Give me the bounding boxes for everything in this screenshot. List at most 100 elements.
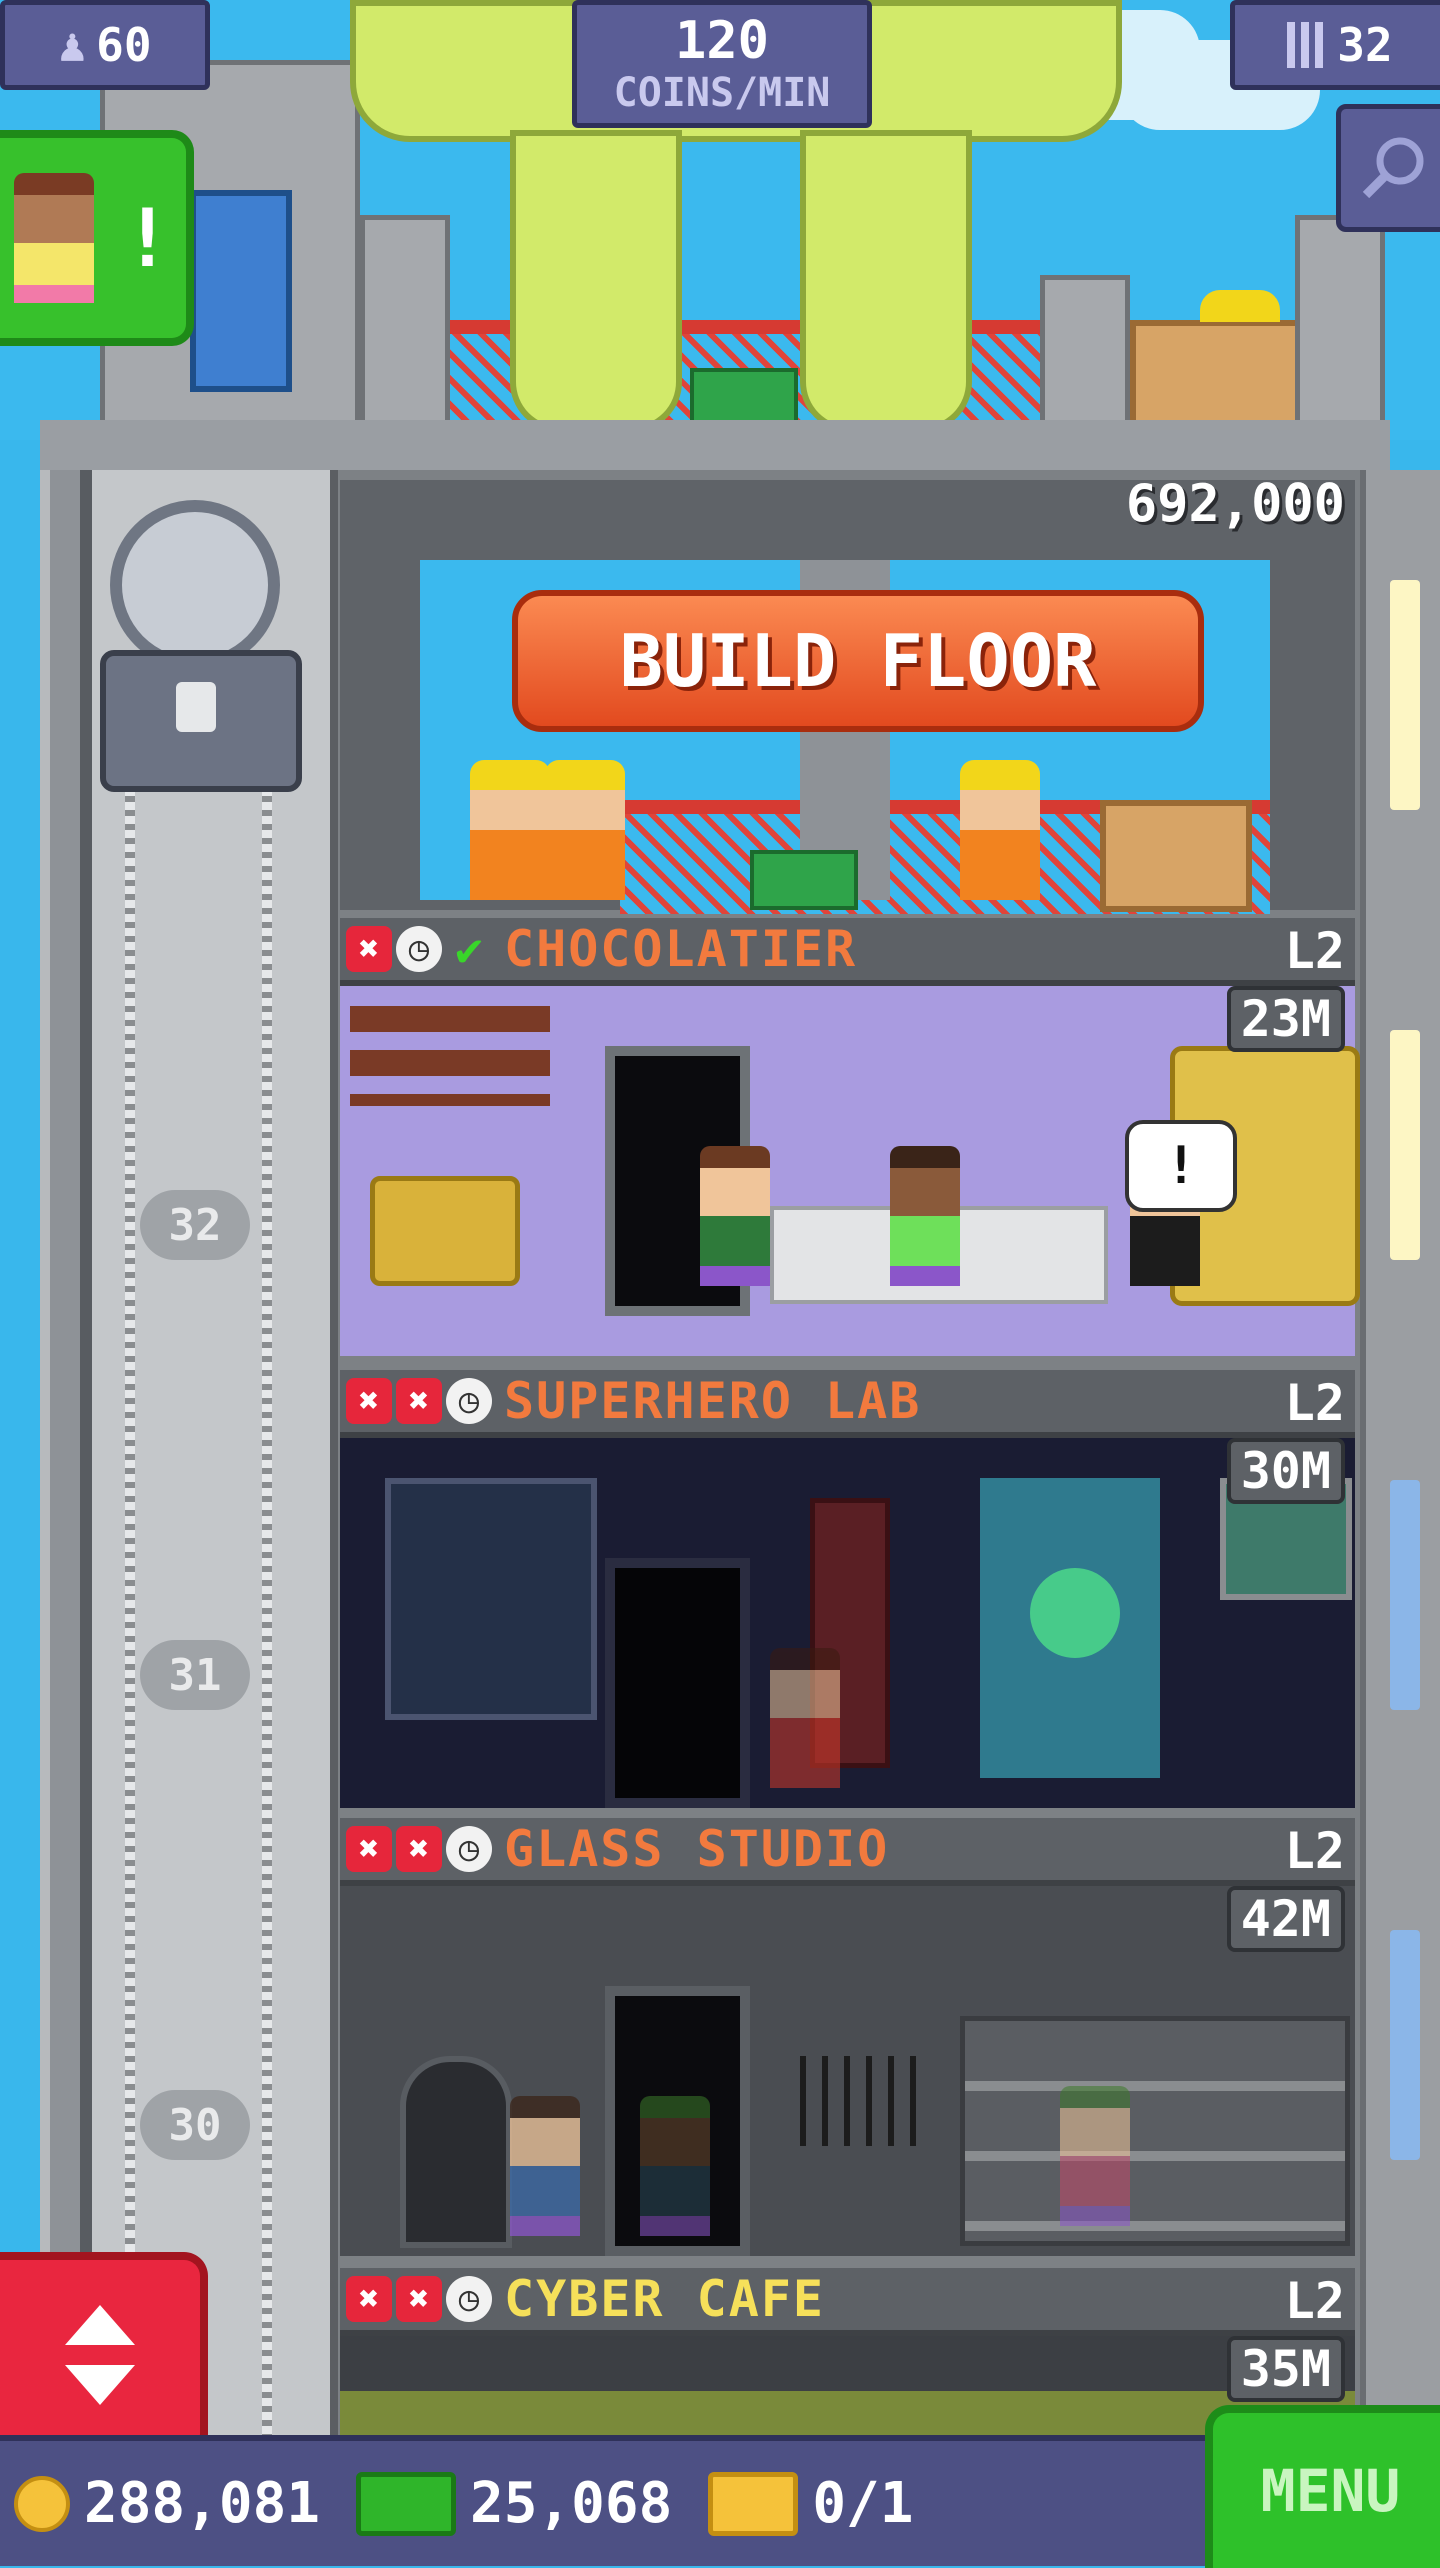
brick-shelf: [350, 1006, 550, 1106]
roof-tank-leg: [510, 130, 682, 432]
roof-pillar: [1040, 275, 1130, 430]
worker-person: [700, 1146, 770, 1286]
x-icon: ✖: [346, 1378, 392, 1424]
floor-level: L2: [1284, 922, 1345, 980]
elevator-floor-number: 30: [140, 2090, 250, 2160]
glass-furnace: [400, 2056, 512, 2248]
floor-level: L2: [1284, 2272, 1345, 2330]
crate: [1130, 320, 1302, 432]
menu-button[interactable]: MENU: [1205, 2405, 1440, 2568]
person-icon: ♟: [58, 18, 87, 72]
worker-person: [510, 2096, 580, 2236]
ticket-icon: [708, 2471, 799, 2536]
floor-banner: ✖ ✖ ◷ SUPERHERO LAB: [340, 1370, 1355, 1438]
floor-name: CYBER CAFE: [504, 2270, 826, 2328]
room-doorway: [605, 1558, 750, 1808]
hardhat: [1200, 290, 1280, 322]
tower-bux-display[interactable]: 25,068: [356, 2471, 672, 2536]
window-light: [1390, 580, 1420, 810]
speech-bubble[interactable]: !: [1125, 1120, 1237, 1212]
construction-worker: [545, 760, 625, 900]
glassware-shelf: [960, 2016, 1350, 2246]
floor-value: 23M: [1226, 986, 1345, 1052]
floor-count-value: 32: [1337, 18, 1393, 72]
floor-banner: ✖ ◷ ✔ CHOCOLATIER: [340, 918, 1355, 986]
clock-icon: ◷: [396, 926, 442, 972]
x-icon: ✖: [396, 1826, 442, 1872]
roof-tank-leg: [800, 130, 972, 432]
elevator-car[interactable]: [100, 650, 302, 792]
floor-name: SUPERHERO LAB: [504, 1372, 922, 1430]
tickets-value: 0/1: [812, 2471, 914, 2536]
floor-banner: ✖ ✖ ◷ GLASS STUDIO: [340, 1818, 1355, 1886]
clock-icon: ◷: [446, 2276, 492, 2322]
floor-level: L2: [1284, 1374, 1345, 1432]
floor-value: 30M: [1226, 1438, 1345, 1504]
floor-superhero-lab[interactable]: ✖ ✖ ◷ SUPERHERO LAB L2 30M: [340, 1370, 1355, 1815]
elevator-floor-number: 31: [140, 1640, 250, 1710]
coins-per-min-label: COINS/MIN: [613, 70, 831, 116]
floor-value: 35M: [1226, 2336, 1345, 2402]
worker-person: [1060, 2086, 1130, 2226]
floor-name: CHOCOLATIER: [504, 920, 858, 978]
floor-level: L2: [1284, 1822, 1345, 1880]
x-icon: ✖: [346, 926, 392, 972]
coins-per-min-display[interactable]: 120 COINS/MIN: [572, 0, 872, 128]
window-light: [1390, 1480, 1420, 1710]
coins-value: 288,081: [84, 2471, 321, 2536]
elevator-pulley-wheel: [110, 500, 280, 670]
build-floor-price: 692,000: [1125, 474, 1345, 534]
zoom-button[interactable]: [1336, 104, 1440, 232]
coin-icon: [14, 2475, 70, 2532]
toolbox: [690, 368, 798, 428]
floor-value: 42M: [1226, 1886, 1345, 1952]
coins-per-min-value: 120: [675, 11, 769, 71]
elevator-toggle-button[interactable]: [0, 2252, 208, 2458]
tickets-display[interactable]: 0/1: [708, 2471, 913, 2536]
roof-pillar: [360, 215, 450, 430]
elevator-cable: [262, 760, 272, 2435]
visitor-alert-button[interactable]: !: [0, 130, 194, 346]
worker-person: [890, 1146, 960, 1286]
build-floor-button[interactable]: BUILD FLOOR: [512, 590, 1204, 732]
window-light: [1390, 1930, 1420, 2160]
x-icon: ✖: [396, 1378, 442, 1424]
population-value: 60: [96, 18, 152, 72]
building-icon: [1287, 22, 1324, 68]
coins-display[interactable]: 288,081: [14, 2471, 320, 2536]
clock-icon: ◷: [446, 1826, 492, 1872]
floor-status-icons: ✖ ◷ ✔: [346, 922, 492, 976]
bux-icon: [356, 2471, 457, 2536]
x-icon: ✖: [346, 2276, 392, 2322]
room-floor-strip: [340, 2391, 1355, 2435]
floor-counter[interactable]: 32: [1230, 0, 1440, 90]
blueprint-board: [385, 1478, 597, 1720]
roof-door: [190, 190, 292, 392]
clock-icon: ◷: [446, 1378, 492, 1424]
roof-pillar: [1295, 215, 1385, 430]
elevator-cable: [125, 760, 135, 2435]
floor-status-icons: ✖ ✖ ◷: [346, 1378, 492, 1424]
worker-person: [640, 2096, 710, 2236]
floor-status-icons: ✖ ✖ ◷: [346, 2276, 492, 2322]
floor-cyber-cafe[interactable]: ✖ ✖ ◷ CYBER CAFE L2 35M: [340, 2268, 1355, 2435]
room-interior: [340, 1438, 1355, 1808]
up-down-arrows-icon: [65, 2305, 135, 2405]
window-light: [1390, 1030, 1420, 1260]
population-counter[interactable]: ♟ 60: [0, 0, 210, 90]
x-icon: ✖: [346, 1826, 392, 1872]
visitor-alert-mark: !: [123, 191, 172, 285]
crate: [1100, 800, 1252, 912]
toolbox: [750, 850, 858, 910]
elevator-floor-number: 32: [140, 1190, 250, 1260]
chocolate-pot: [370, 1176, 520, 1286]
room-interior: [340, 1886, 1355, 2256]
room-interior: [340, 2336, 1355, 2435]
teleporter-ring: [1030, 1568, 1120, 1658]
magnifier-icon: [1362, 137, 1424, 199]
construction-worker: [470, 760, 550, 900]
floor-glass-studio[interactable]: ✖ ✖ ◷ GLASS STUDIO L2 42M: [340, 1818, 1355, 2263]
superhero-person: [770, 1648, 840, 1788]
check-icon: ✔: [455, 922, 483, 976]
visitor-avatar: [14, 173, 95, 303]
